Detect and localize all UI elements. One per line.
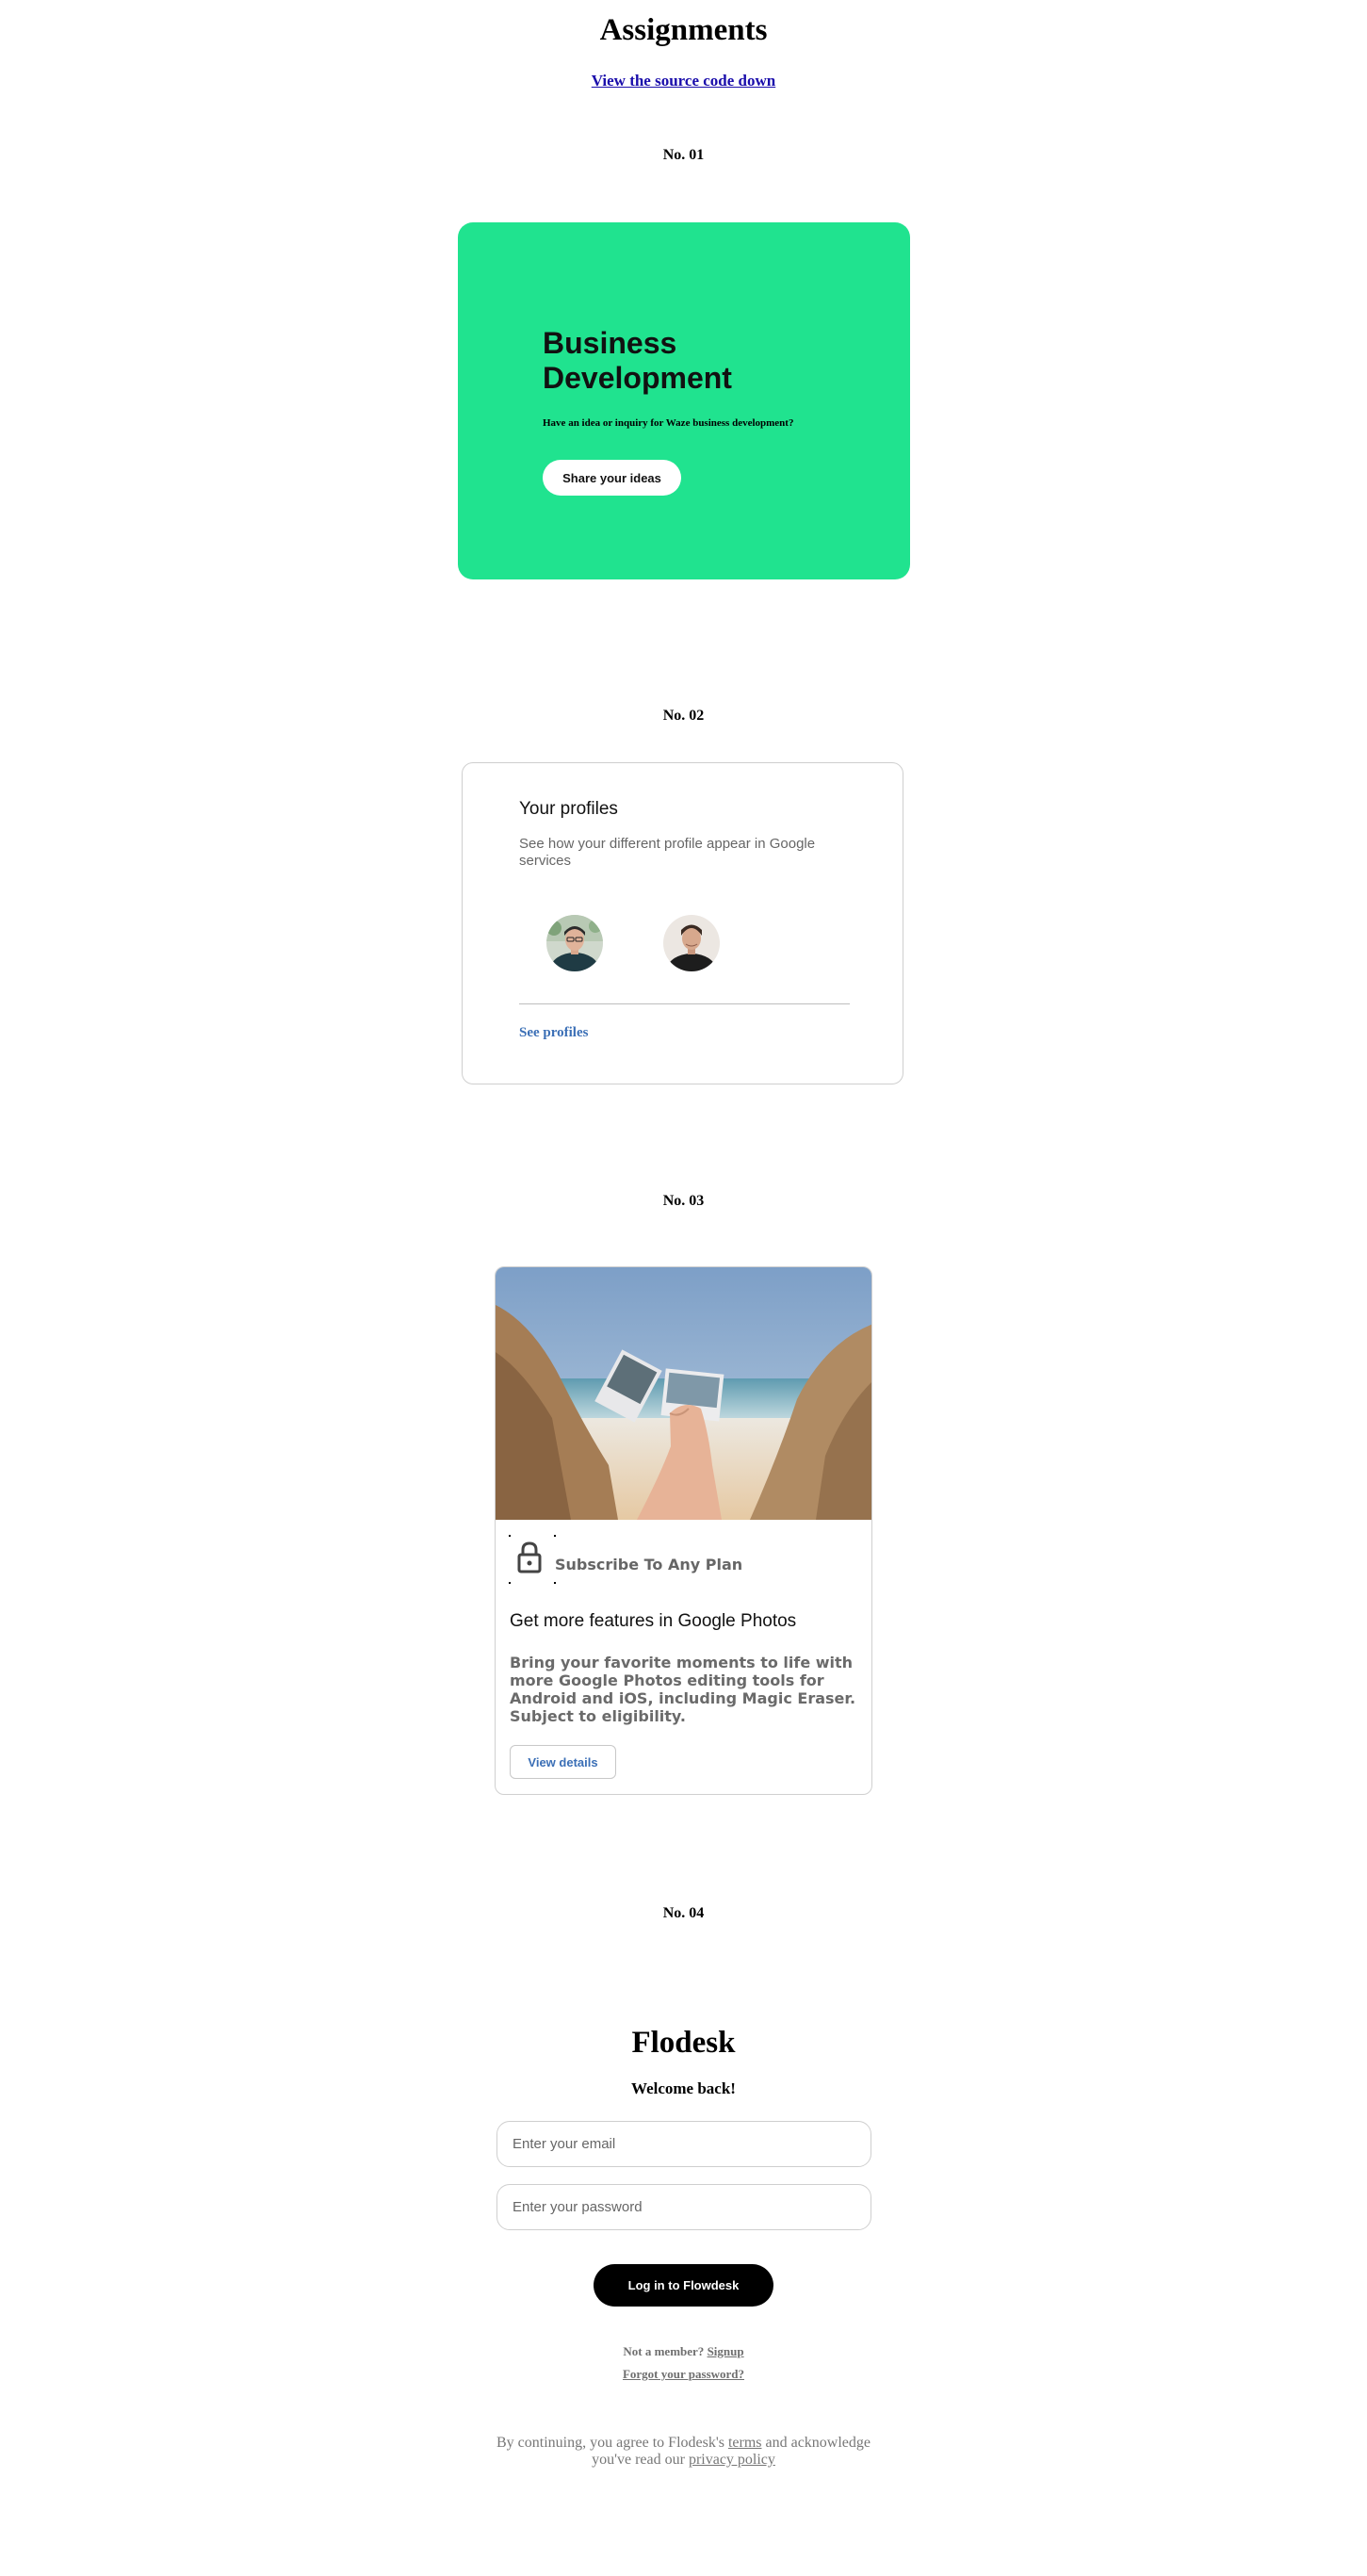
- photos-card-description: Bring your favorite moments to life with…: [510, 1654, 856, 1725]
- terms-link[interactable]: terms: [728, 2435, 762, 2451]
- forgot-password-container: Forgot your password?: [0, 2367, 1367, 2382]
- decorative-dot: [509, 1582, 511, 1584]
- view-details-button[interactable]: View details: [510, 1745, 616, 1779]
- source-link-container: View the source code down: [0, 72, 1367, 90]
- password-field[interactable]: [496, 2184, 871, 2230]
- login-button[interactable]: Log in to Flowdesk: [594, 2264, 773, 2307]
- signup-prompt: Not a member? Signup: [0, 2344, 1367, 2359]
- source-code-link[interactable]: View the source code down: [592, 72, 775, 90]
- decorative-dot: [554, 1582, 556, 1584]
- forgot-password-link[interactable]: Forgot your password?: [623, 2367, 744, 2381]
- avatar[interactable]: [546, 915, 603, 971]
- avatar-photo-icon: [546, 915, 603, 971]
- section-number-4: No. 04: [662, 1905, 705, 1921]
- section-number-3: No. 03: [662, 1193, 705, 1209]
- signup-prompt-text: Not a member?: [623, 2344, 705, 2358]
- photos-card-title: Get more features in Google Photos: [510, 1611, 797, 1631]
- decorative-dot: [554, 1535, 556, 1537]
- see-profiles-link[interactable]: See profiles: [519, 1025, 588, 1041]
- subscribe-label: Subscribe To Any Plan: [555, 1556, 743, 1573]
- email-field[interactable]: [496, 2121, 871, 2167]
- business-card-title: Business Development: [543, 326, 732, 395]
- page-title: Assignments: [599, 13, 768, 47]
- google-photos-card: Subscribe To Any Plan Get more features …: [495, 1266, 872, 1795]
- profiles-card-title: Your profiles: [519, 799, 618, 819]
- beach-photo-image: [496, 1267, 871, 1520]
- business-development-card: Business Development Have an idea or inq…: [458, 222, 910, 579]
- welcome-heading: Welcome back!: [631, 2079, 736, 2097]
- section-number-1: No. 01: [662, 147, 705, 163]
- profiles-card-description: See how your different profile appear in…: [519, 836, 816, 869]
- profiles-card: Your profiles See how your different pro…: [462, 762, 903, 1084]
- legal-prefix-text: By continuing, you agree to Flodesk's: [496, 2435, 724, 2451]
- signup-link[interactable]: Signup: [708, 2344, 744, 2358]
- share-ideas-button[interactable]: Share your ideas: [543, 460, 681, 496]
- business-card-subtitle: Have an idea or inquiry for Waze busines…: [543, 417, 794, 429]
- avatar-photo-icon: [663, 915, 720, 971]
- privacy-policy-link[interactable]: privacy policy: [689, 2452, 775, 2468]
- flodesk-brand-title: Flodesk: [631, 2026, 736, 2060]
- decorative-dot: [509, 1535, 511, 1537]
- avatar[interactable]: [663, 915, 720, 971]
- legal-notice: By continuing, you agree to Flodesk's te…: [485, 2435, 882, 2469]
- divider: [519, 1003, 850, 1004]
- lock-icon: [517, 1541, 542, 1573]
- section-number-2: No. 02: [662, 708, 705, 724]
